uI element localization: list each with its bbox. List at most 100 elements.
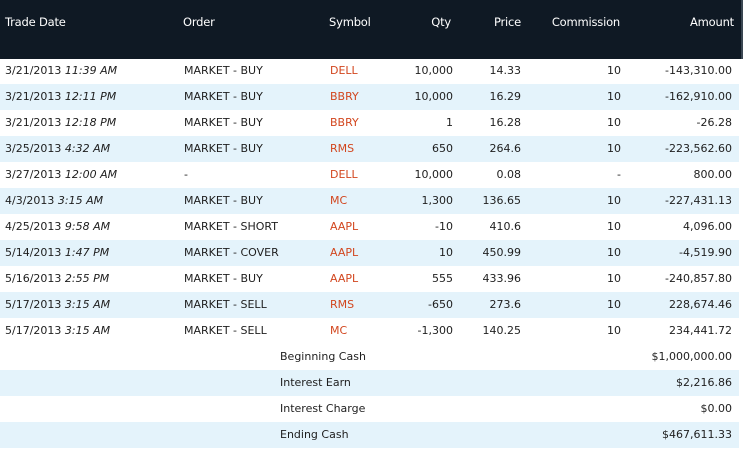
qty-cell: -1,300 xyxy=(417,324,453,337)
trade-time: 3:15 AM xyxy=(64,298,111,311)
column-header-order[interactable]: Order xyxy=(183,15,215,29)
qty-cell: 10,000 xyxy=(414,90,454,103)
trade-date: 3/25/2013 xyxy=(5,142,62,155)
table-row: 3/21/2013 12:11 PM MARKET - BUY BBRY 10,… xyxy=(0,84,739,110)
column-header-amount[interactable]: Amount xyxy=(690,15,734,29)
symbol-link[interactable]: DELL xyxy=(330,64,358,77)
trade-date-cell: 4/25/2013 9:58 AM xyxy=(5,220,110,233)
summary-value: $2,216.86 xyxy=(676,376,732,389)
trade-date: 3/21/2013 xyxy=(5,64,62,77)
price-cell: 273.6 xyxy=(489,298,522,311)
summary-label: Ending Cash xyxy=(280,428,349,441)
summary-row-interest-charge: Interest Charge $0.00 xyxy=(0,396,739,422)
column-header-symbol[interactable]: Symbol xyxy=(329,15,371,29)
amount-cell: -240,857.80 xyxy=(665,272,732,285)
trade-date: 3/21/2013 xyxy=(5,116,62,129)
trade-time: 3:15 AM xyxy=(64,324,111,337)
symbol-link[interactable]: RMS xyxy=(330,298,354,311)
column-header-commission[interactable]: Commission xyxy=(552,15,620,29)
commission-cell: 10 xyxy=(607,298,621,311)
column-header-qty[interactable]: Qty xyxy=(431,15,451,29)
trade-date: 5/17/2013 xyxy=(5,298,62,311)
price-cell: 16.28 xyxy=(489,116,522,129)
order-cell: MARKET - COVER xyxy=(184,246,279,259)
amount-cell: -227,431.13 xyxy=(665,194,732,207)
amount-cell: -26.28 xyxy=(696,116,732,129)
commission-cell: 10 xyxy=(607,220,621,233)
trade-time: 1:47 PM xyxy=(64,246,110,259)
symbol-link[interactable]: BBRY xyxy=(330,90,359,103)
order-cell: MARKET - BUY xyxy=(184,142,263,155)
qty-cell: 10 xyxy=(439,246,453,259)
symbol-link[interactable]: DELL xyxy=(330,168,358,181)
symbol-link[interactable]: BBRY xyxy=(330,116,359,129)
trade-date-cell: 3/21/2013 12:11 PM xyxy=(5,90,116,103)
table-row: 5/17/2013 3:15 AM MARKET - SELL MC -1,30… xyxy=(0,318,739,344)
trade-time: 12:18 PM xyxy=(64,116,117,129)
trade-date-cell: 5/14/2013 1:47 PM xyxy=(5,246,109,259)
order-cell: MARKET - BUY xyxy=(184,64,263,77)
symbol-link[interactable]: AAPL xyxy=(330,246,358,259)
trade-date-cell: 3/21/2013 11:39 AM xyxy=(5,64,117,77)
trade-date: 4/25/2013 xyxy=(5,220,62,233)
trade-date: 3/27/2013 xyxy=(5,168,62,181)
table-row: 4/3/2013 3:15 AM MARKET - BUY MC 1,300 1… xyxy=(0,188,739,214)
qty-cell: -10 xyxy=(435,220,453,233)
trade-date: 5/16/2013 xyxy=(5,272,62,285)
commission-cell: 10 xyxy=(607,116,621,129)
column-header-trade-date[interactable]: Trade Date xyxy=(5,15,66,29)
trade-date-cell: 5/17/2013 3:15 AM xyxy=(5,298,110,311)
price-cell: 410.6 xyxy=(489,220,522,233)
table-row: 5/16/2013 2:55 PM MARKET - BUY AAPL 555 … xyxy=(0,266,739,292)
commission-cell: 10 xyxy=(607,324,621,337)
price-cell: 433.96 xyxy=(482,272,522,285)
commission-cell: 10 xyxy=(607,142,621,155)
table-row: 5/14/2013 1:47 PM MARKET - COVER AAPL 10… xyxy=(0,240,739,266)
column-header-price[interactable]: Price xyxy=(494,15,521,29)
commission-cell: 10 xyxy=(607,272,621,285)
price-cell: 140.25 xyxy=(482,324,522,337)
qty-cell: 1 xyxy=(446,116,453,129)
trade-date: 5/14/2013 xyxy=(5,246,62,259)
summary-value: $467,611.33 xyxy=(662,428,732,441)
order-cell: MARKET - BUY xyxy=(184,116,263,129)
trade-date: 5/17/2013 xyxy=(5,324,62,337)
amount-cell: 228,674.46 xyxy=(669,298,732,311)
summary-label: Interest Earn xyxy=(280,376,351,389)
table-row: 3/21/2013 11:39 AM MARKET - BUY DELL 10,… xyxy=(0,58,739,84)
summary-value: $1,000,000.00 xyxy=(651,350,732,363)
symbol-link[interactable]: MC xyxy=(330,324,347,337)
amount-cell: 800.00 xyxy=(693,168,733,181)
table-row: 3/21/2013 12:18 PM MARKET - BUY BBRY 1 1… xyxy=(0,110,739,136)
symbol-link[interactable]: MC xyxy=(330,194,347,207)
price-cell: 136.65 xyxy=(482,194,522,207)
table-header: Trade Date Order Symbol Qty Price Commis… xyxy=(0,0,743,59)
table-row: 3/25/2013 4:32 AM MARKET - BUY RMS 650 2… xyxy=(0,136,739,162)
order-cell: MARKET - BUY xyxy=(184,194,263,207)
order-cell: MARKET - BUY xyxy=(184,272,263,285)
price-cell: 14.33 xyxy=(489,64,522,77)
table-row: 3/27/2013 12:00 AM - DELL 10,000 0.08 - … xyxy=(0,162,739,188)
amount-cell: -223,562.60 xyxy=(665,142,732,155)
commission-cell: 10 xyxy=(607,194,621,207)
summary-label: Beginning Cash xyxy=(280,350,366,363)
summary-row-ending-cash: Ending Cash $467,611.33 xyxy=(0,422,739,448)
qty-cell: 10,000 xyxy=(414,64,454,77)
commission-cell: - xyxy=(617,168,621,181)
price-cell: 450.99 xyxy=(482,246,522,259)
symbol-link[interactable]: RMS xyxy=(330,142,354,155)
qty-cell: 10,000 xyxy=(414,168,454,181)
order-cell: MARKET - SELL xyxy=(184,298,267,311)
order-cell: MARKET - SELL xyxy=(184,324,267,337)
order-cell: - xyxy=(184,168,188,181)
price-cell: 264.6 xyxy=(489,142,522,155)
symbol-link[interactable]: AAPL xyxy=(330,272,358,285)
symbol-link[interactable]: AAPL xyxy=(330,220,358,233)
commission-cell: 10 xyxy=(607,246,621,259)
trade-time: 11:39 AM xyxy=(64,64,118,77)
trade-date-cell: 3/25/2013 4:32 AM xyxy=(5,142,110,155)
qty-cell: -650 xyxy=(428,298,453,311)
trade-date: 3/21/2013 xyxy=(5,90,62,103)
summary-row-interest-earn: Interest Earn $2,216.86 xyxy=(0,370,739,396)
table-row: 5/17/2013 3:15 AM MARKET - SELL RMS -650… xyxy=(0,292,739,318)
